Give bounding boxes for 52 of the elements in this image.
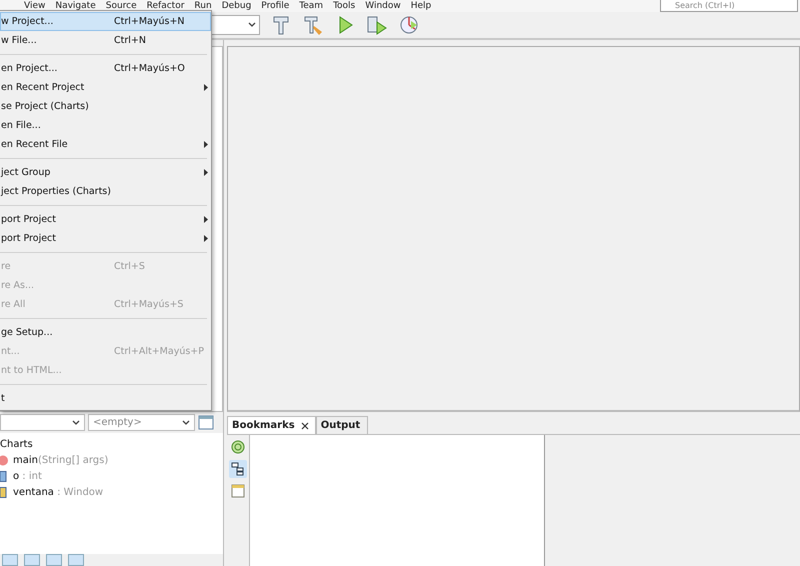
method-icon — [0, 454, 9, 466]
menu-title[interactable]: Team — [299, 0, 324, 12]
window-icon[interactable] — [198, 415, 214, 430]
profile-icon[interactable] — [398, 14, 420, 36]
submenu-arrow-icon — [204, 84, 208, 91]
menu-title[interactable]: Help — [410, 0, 432, 12]
tree-item[interactable]: main(String[] args) — [13, 454, 108, 466]
menu-item[interactable]: ject Properties (Charts) — [0, 182, 211, 201]
submenu-arrow-icon — [204, 216, 208, 223]
field-icon — [0, 486, 9, 498]
menu-item[interactable]: port Project — [0, 210, 211, 229]
submenu-arrow-icon — [204, 141, 208, 148]
menu-title[interactable]: Run — [194, 0, 212, 12]
menu-item[interactable]: port Project — [0, 229, 211, 248]
debug-icon[interactable] — [366, 14, 388, 36]
panel-tab[interactable]: Bookmarks — [227, 416, 316, 434]
table-view-icon[interactable] — [229, 482, 247, 500]
tree-item[interactable]: ventana : Window — [13, 486, 104, 498]
refresh-icon[interactable] — [229, 438, 247, 456]
menu-item[interactable]: se Project (Charts) — [0, 97, 211, 116]
toolbar-toggle-icon[interactable] — [46, 554, 62, 566]
menu-title[interactable]: Profile — [261, 0, 290, 12]
menu-item[interactable]: ject Group — [0, 163, 211, 182]
menu-title[interactable]: Navigate — [55, 0, 96, 12]
submenu-arrow-icon — [204, 235, 208, 242]
field-icon — [0, 470, 9, 482]
menu-item[interactable]: w File... Ctrl+N — [0, 31, 211, 50]
tree-item[interactable]: o : int — [13, 470, 42, 482]
panel-tab[interactable]: Output — [316, 416, 368, 434]
menu-title[interactable]: Refactor — [146, 0, 184, 12]
menu-item[interactable]: ge Setup... — [0, 323, 211, 342]
menu-title[interactable]: Source — [106, 0, 137, 12]
menu-item[interactable]: en Recent File — [0, 135, 211, 154]
menu-title[interactable]: Tools — [333, 0, 356, 12]
member-filter-dropdown[interactable]: <empty> — [88, 414, 195, 431]
search-field[interactable]: Search (Ctrl+I) — [660, 0, 798, 12]
close-icon[interactable] — [300, 422, 309, 430]
tree-item[interactable]: Charts — [0, 438, 33, 450]
menu-item[interactable]: en File... — [0, 116, 211, 135]
submenu-arrow-icon — [204, 169, 208, 176]
menu-title[interactable]: View — [24, 0, 46, 12]
toolbar-toggle-icon[interactable] — [24, 554, 40, 566]
menu-title[interactable]: Debug — [222, 0, 252, 12]
menu-item[interactable]: en Project... Ctrl+Mayús+O — [0, 59, 211, 78]
tree-view-icon[interactable] — [229, 460, 247, 478]
navigator-dropdown[interactable] — [0, 414, 85, 431]
menu-item[interactable]: t — [0, 389, 211, 408]
menu-item[interactable]: w Project... Ctrl+Mayús+N — [0, 12, 211, 31]
toolbar-toggle-icon[interactable] — [2, 554, 18, 566]
toolbar-toggle-icon[interactable] — [68, 554, 84, 566]
menu-title[interactable]: Window — [365, 0, 401, 12]
menu-item[interactable]: en Recent Project — [0, 78, 211, 97]
